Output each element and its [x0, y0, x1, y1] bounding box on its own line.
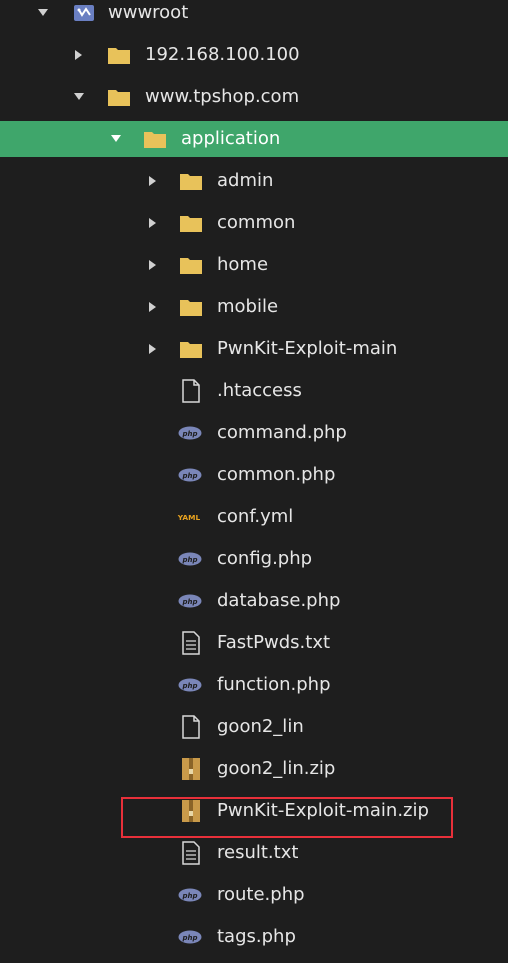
chevron-down-icon[interactable]	[111, 133, 121, 145]
blank-file-icon	[179, 715, 203, 739]
svg-text:YAML: YAML	[177, 513, 200, 522]
tree-node-label: route.php	[217, 884, 305, 905]
tree-node-file[interactable]: php function.php	[0, 664, 508, 706]
php-icon: php	[178, 925, 202, 949]
tree-node-label: conf.yml	[217, 506, 294, 527]
svg-text:php: php	[181, 556, 197, 564]
chevron-right-icon[interactable]	[148, 217, 158, 229]
php-icon: php	[178, 547, 202, 571]
chevron-right-icon[interactable]	[148, 301, 158, 313]
tree-node-file[interactable]: goon2_lin	[0, 706, 508, 748]
folder-icon	[143, 127, 167, 151]
tree-node-label: wwwroot	[108, 2, 189, 23]
tree-node-label: command.php	[217, 422, 347, 443]
drive-folder-icon	[72, 1, 96, 25]
php-icon: php	[178, 421, 202, 445]
php-icon: php	[178, 883, 202, 907]
tree-node-folder[interactable]: mobile	[0, 286, 508, 328]
tree-node-label: PwnKit-Exploit-main.zip	[217, 800, 429, 821]
tree-node-folder[interactable]: admin	[0, 160, 508, 202]
folder-icon	[107, 43, 131, 67]
php-icon: php	[178, 463, 202, 487]
tree-node-file[interactable]: FastPwds.txt	[0, 622, 508, 664]
folder-icon	[179, 169, 203, 193]
tree-node-label: function.php	[217, 674, 331, 695]
svg-text:php: php	[181, 934, 197, 942]
file-tree: wwwroot 192.168.100.100 www.tpshop.com a…	[0, 0, 508, 963]
tree-node-folder-selected[interactable]: application	[0, 121, 508, 157]
tree-node-label: PwnKit-Exploit-main	[217, 338, 398, 359]
tree-node-file[interactable]: php command.php	[0, 412, 508, 454]
svg-text:php: php	[181, 430, 197, 438]
tree-node-file[interactable]: php database.php	[0, 580, 508, 622]
tree-node-file[interactable]: php common.php	[0, 454, 508, 496]
tree-node-label: FastPwds.txt	[217, 632, 331, 653]
chevron-down-icon[interactable]	[74, 91, 84, 103]
svg-text:php: php	[181, 598, 197, 606]
tree-node-label: application	[181, 128, 281, 149]
tree-node-file-highlighted[interactable]: PwnKit-Exploit-main.zip	[0, 790, 508, 832]
tree-node-label: admin	[217, 170, 274, 191]
svg-text:php: php	[181, 892, 197, 900]
tree-node-label: tags.php	[217, 926, 296, 947]
folder-icon	[107, 85, 131, 109]
tree-node-label: database.php	[217, 590, 341, 611]
zip-archive-icon	[179, 799, 203, 823]
folder-icon	[179, 295, 203, 319]
tree-node-label: common	[217, 212, 296, 233]
tree-node-label: www.tpshop.com	[145, 86, 300, 107]
tree-node-file[interactable]: php route.php	[0, 874, 508, 916]
text-file-icon	[179, 841, 203, 865]
text-file-icon	[179, 631, 203, 655]
tree-node-file[interactable]: result.txt	[0, 832, 508, 874]
tree-node-file[interactable]: .htaccess	[0, 370, 508, 412]
chevron-right-icon[interactable]	[148, 175, 158, 187]
tree-node-folder[interactable]: 192.168.100.100	[0, 34, 508, 76]
php-icon: php	[178, 673, 202, 697]
chevron-right-icon[interactable]	[148, 259, 158, 271]
php-icon: php	[178, 589, 202, 613]
tree-node-wwwroot[interactable]: wwwroot	[0, 0, 508, 34]
tree-node-label: config.php	[217, 548, 313, 569]
chevron-right-icon[interactable]	[148, 343, 158, 355]
tree-node-file[interactable]: php config.php	[0, 538, 508, 580]
tree-node-folder[interactable]: common	[0, 202, 508, 244]
svg-text:php: php	[181, 472, 197, 480]
tree-node-file[interactable]: php tags.php	[0, 916, 508, 958]
tree-node-folder[interactable]: PwnKit-Exploit-main	[0, 328, 508, 370]
zip-archive-icon	[179, 757, 203, 781]
tree-node-label: .htaccess	[217, 380, 302, 401]
svg-text:php: php	[181, 682, 197, 690]
tree-node-label: mobile	[217, 296, 279, 317]
tree-node-label: common.php	[217, 464, 336, 485]
folder-icon	[179, 337, 203, 361]
chevron-down-icon[interactable]	[38, 7, 48, 19]
tree-node-folder[interactable]: home	[0, 244, 508, 286]
tree-node-file[interactable]: goon2_lin.zip	[0, 748, 508, 790]
tree-node-label: home	[217, 254, 269, 275]
chevron-right-icon[interactable]	[74, 49, 84, 61]
tree-node-folder[interactable]: www.tpshop.com	[0, 76, 508, 118]
tree-node-label: result.txt	[217, 842, 299, 863]
tree-node-label: 192.168.100.100	[145, 44, 300, 65]
tree-node-file[interactable]: YAML conf.yml	[0, 496, 508, 538]
tree-node-label: goon2_lin	[217, 716, 304, 737]
blank-file-icon	[179, 379, 203, 403]
folder-icon	[179, 211, 203, 235]
yaml-icon: YAML	[177, 505, 201, 529]
tree-node-label: goon2_lin.zip	[217, 758, 336, 779]
folder-icon	[179, 253, 203, 277]
